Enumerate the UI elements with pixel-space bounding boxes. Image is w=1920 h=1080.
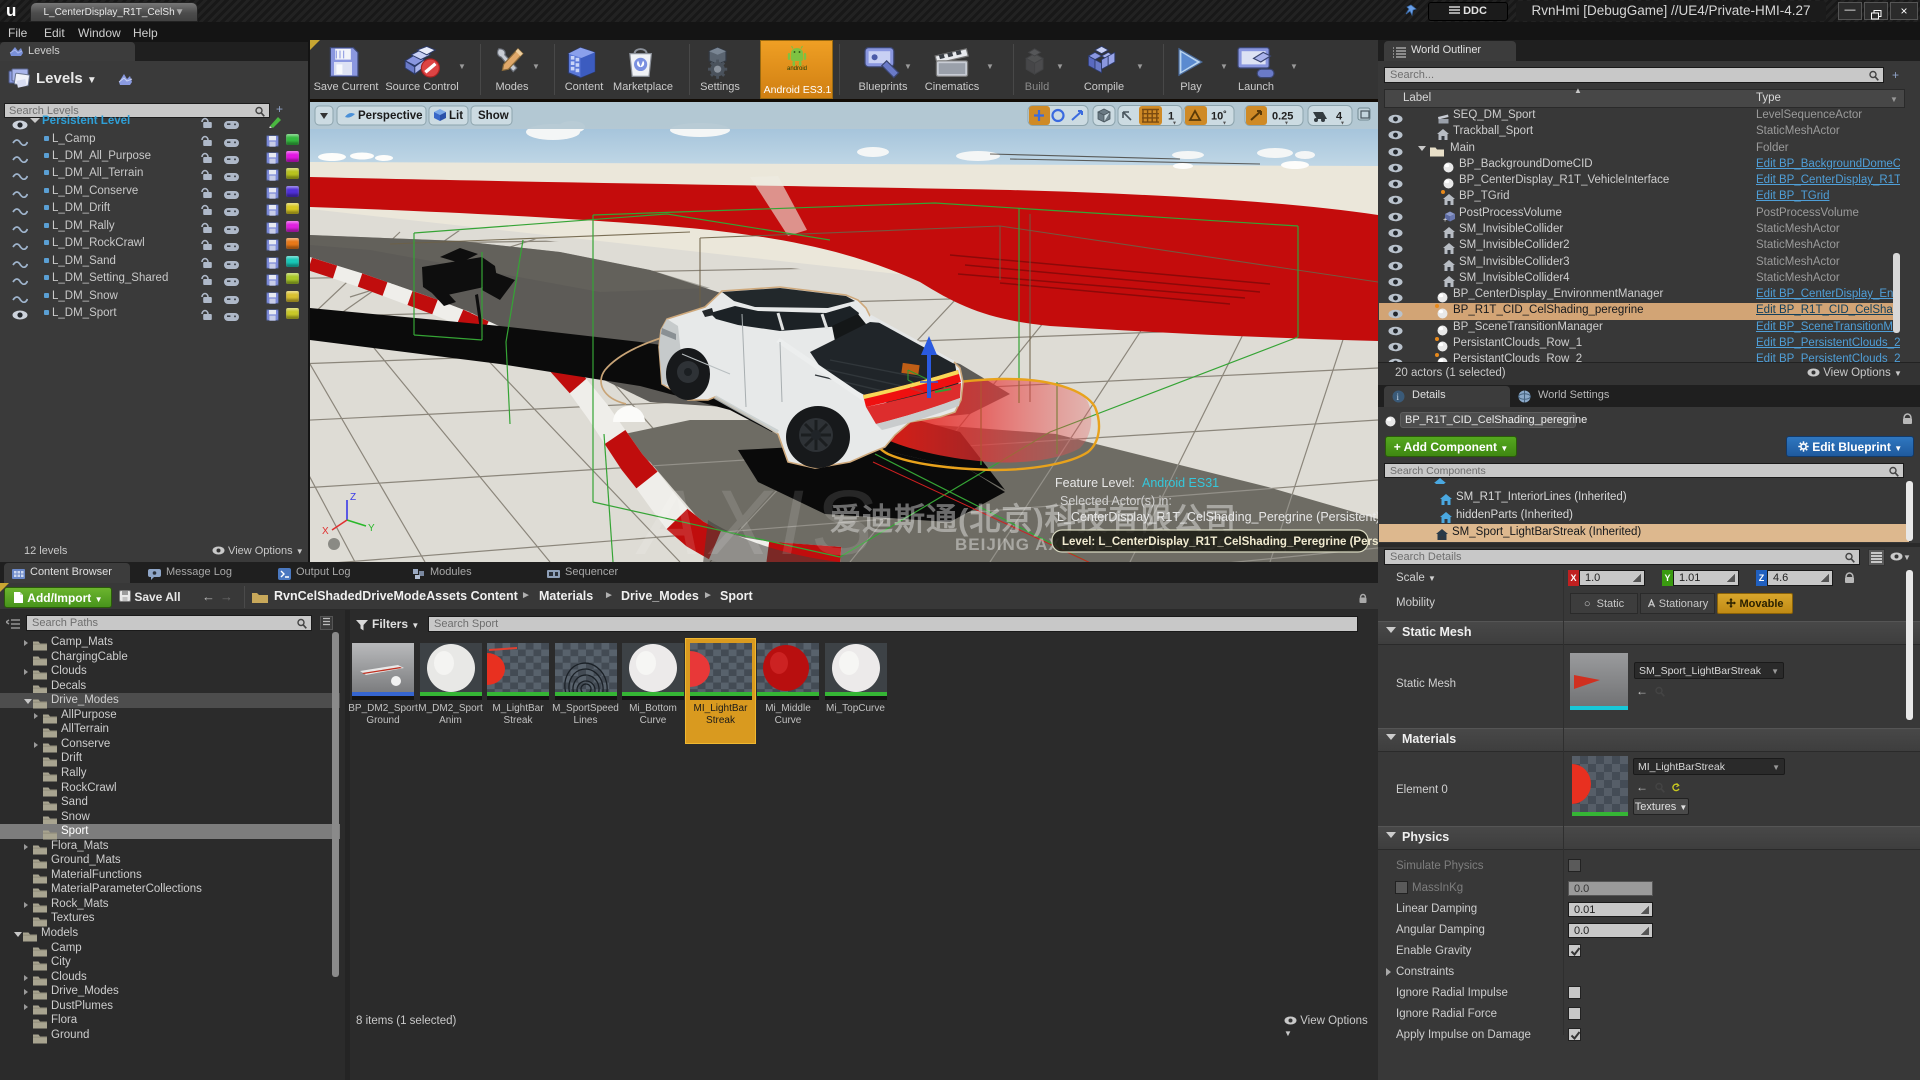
svg-text:Show: Show [478, 110, 509, 122]
svg-text:0.25: 0.25 [1272, 111, 1293, 123]
svg-text:Selected Actor(s) in:: Selected Actor(s) in: [1060, 494, 1172, 508]
svg-text:android: android [787, 66, 807, 71]
svg-text:Y: Y [368, 523, 375, 534]
svg-text:L_CenterDisplay_R1T_CelShading: L_CenterDisplay_R1T_CelShading_Peregrine… [1057, 510, 1378, 524]
svg-text:Android ES31: Android ES31 [1142, 476, 1219, 490]
svg-text:Z: Z [350, 492, 356, 503]
svg-text:+: + [1443, 217, 1447, 222]
svg-text:X: X [322, 526, 329, 537]
svg-text:▼: ▼ [1284, 121, 1289, 127]
svg-text:Perspective: Perspective [358, 110, 423, 122]
svg-text:Level: L_CenterDisplay_R1T_Ce: Level: L_CenterDisplay_R1T_CelShading_Pe… [1062, 536, 1378, 548]
svg-text:Lit: Lit [449, 110, 463, 122]
svg-text:▼: ▼ [1172, 121, 1177, 127]
svg-text:▼: ▼ [1222, 121, 1227, 127]
svg-text:Feature Level:: Feature Level: [1055, 476, 1135, 490]
svg-text:▼: ▼ [1340, 121, 1345, 127]
